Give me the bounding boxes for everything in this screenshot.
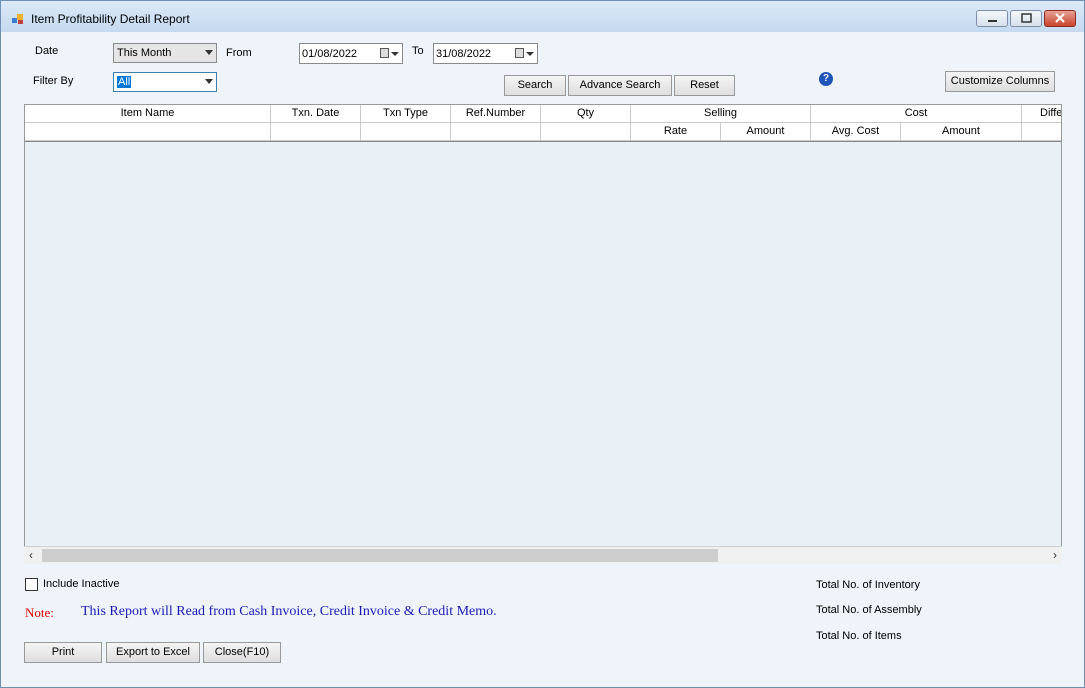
print-button[interactable]: Print bbox=[24, 642, 102, 663]
help-icon[interactable]: ? bbox=[819, 72, 833, 86]
calendar-icon bbox=[515, 48, 524, 58]
total-inventory-label: Total No. of Inventory bbox=[816, 579, 920, 591]
from-label: From bbox=[226, 47, 252, 59]
col-txn-date-sub bbox=[271, 123, 361, 141]
col-cost-amount[interactable]: Amount bbox=[901, 123, 1022, 141]
chevron-down-icon bbox=[526, 52, 534, 56]
col-sell-rate[interactable]: Rate bbox=[631, 123, 721, 141]
filter-by-label: Filter By bbox=[33, 75, 74, 87]
horizontal-scrollbar[interactable]: ‹ › bbox=[24, 546, 1062, 564]
close-window-button[interactable] bbox=[1044, 10, 1076, 27]
chevron-down-icon bbox=[391, 52, 399, 56]
col-txn-date[interactable]: Txn. Date bbox=[271, 105, 361, 123]
scrollbar-thumb[interactable] bbox=[42, 549, 718, 562]
filter-by-select[interactable]: All bbox=[113, 72, 217, 92]
report-body: Date This Month From 01/08/2022 To 31/08… bbox=[8, 32, 1077, 681]
customize-columns-button[interactable]: Customize Columns bbox=[945, 71, 1055, 92]
include-inactive-label: Include Inactive bbox=[43, 578, 120, 590]
date-label: Date bbox=[35, 45, 59, 57]
date-range-value: This Month bbox=[117, 47, 172, 59]
col-diff-sub bbox=[1022, 123, 1061, 141]
close-icon bbox=[1055, 13, 1065, 23]
note-label: Note: bbox=[25, 605, 54, 620]
maximize-button[interactable] bbox=[1010, 10, 1042, 27]
col-item-name-sub bbox=[25, 123, 271, 141]
minimize-button[interactable] bbox=[976, 10, 1008, 27]
report-window: Item Profitability Detail Report Date Th… bbox=[0, 0, 1085, 688]
col-txn-type-sub bbox=[361, 123, 451, 141]
group-cost: Cost bbox=[811, 105, 1022, 123]
chevron-left-icon[interactable]: ‹ bbox=[29, 548, 33, 562]
col-ref-number[interactable]: Ref.Number bbox=[451, 105, 541, 123]
to-date-picker[interactable]: 31/08/2022 bbox=[433, 43, 538, 64]
col-avg-cost[interactable]: Avg. Cost bbox=[811, 123, 901, 141]
from-date-picker[interactable]: 01/08/2022 bbox=[299, 43, 403, 64]
to-label: To bbox=[412, 45, 424, 57]
advance-search-button[interactable]: Advance Search bbox=[568, 75, 672, 96]
col-qty-sub bbox=[541, 123, 631, 141]
title-bar: Item Profitability Detail Report bbox=[1, 1, 1084, 32]
col-qty[interactable]: Qty bbox=[541, 105, 631, 123]
col-item-name[interactable]: Item Name bbox=[25, 105, 271, 123]
col-diff[interactable]: Diffe bbox=[1022, 105, 1061, 123]
calendar-icon bbox=[380, 48, 389, 58]
minimize-icon bbox=[988, 20, 997, 22]
include-inactive-checkbox[interactable] bbox=[25, 578, 38, 591]
total-assembly-label: Total No. of Assembly bbox=[816, 604, 922, 616]
col-sell-amount[interactable]: Amount bbox=[721, 123, 811, 141]
window-title: Item Profitability Detail Report bbox=[31, 12, 190, 26]
chevron-right-icon[interactable]: › bbox=[1053, 548, 1057, 562]
col-ref-number-sub bbox=[451, 123, 541, 141]
reset-button[interactable]: Reset bbox=[674, 75, 735, 96]
chevron-down-icon bbox=[205, 79, 213, 84]
search-button[interactable]: Search bbox=[504, 75, 566, 96]
group-selling: Selling bbox=[631, 105, 811, 123]
report-grid[interactable]: Item Name Txn. Date Txn Type Ref.Number … bbox=[24, 104, 1062, 564]
restore-icon bbox=[1021, 13, 1032, 23]
note-text: This Report will Read from Cash Invoice,… bbox=[81, 604, 497, 619]
header-divider bbox=[25, 141, 1061, 142]
date-range-select[interactable]: This Month bbox=[113, 43, 217, 63]
from-date-value: 01/08/2022 bbox=[302, 48, 358, 60]
app-icon bbox=[12, 14, 23, 24]
to-date-value: 31/08/2022 bbox=[436, 48, 492, 60]
chevron-down-icon bbox=[205, 50, 213, 55]
close-button[interactable]: Close(F10) bbox=[203, 642, 281, 663]
total-items-label: Total No. of Items bbox=[816, 630, 902, 642]
filter-by-value: All bbox=[117, 76, 132, 88]
export-to-excel-button[interactable]: Export to Excel bbox=[106, 642, 200, 663]
col-txn-type[interactable]: Txn Type bbox=[361, 105, 451, 123]
